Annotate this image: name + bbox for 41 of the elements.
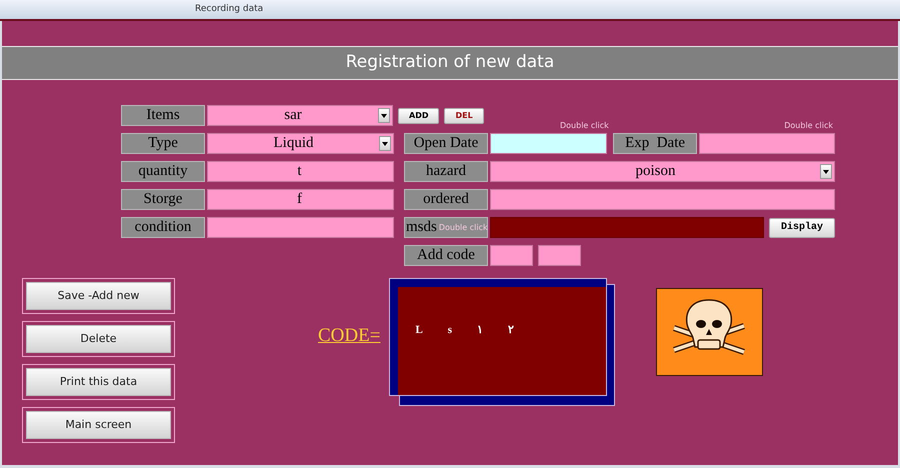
code-character: ٢	[508, 323, 514, 338]
code-character: ١	[477, 323, 484, 338]
field-label: Items	[121, 105, 205, 126]
code-field[interactable]	[490, 245, 533, 266]
field-label: condition	[121, 217, 205, 238]
field-label: Exp Date	[613, 133, 698, 154]
field-label: Type	[121, 133, 205, 154]
dropdown-field[interactable]: poison	[490, 161, 835, 182]
code-label: CODE=	[318, 326, 380, 345]
field-label: Storge	[121, 189, 205, 210]
dropdown-field[interactable]: sar	[207, 105, 393, 126]
date-field[interactable]	[699, 133, 835, 154]
code-character: s	[448, 323, 452, 338]
add-button[interactable]: ADD	[398, 108, 440, 124]
del-button[interactable]: DEL	[444, 108, 484, 124]
file-field[interactable]	[490, 217, 764, 238]
field-label: quantity	[121, 161, 205, 182]
hint-text: Double click	[560, 122, 609, 130]
input-field[interactable]: t	[207, 161, 394, 182]
action-button[interactable]: Delete	[26, 325, 171, 353]
field-label: hazard	[404, 161, 488, 182]
skull-crossbones-icon	[656, 288, 764, 376]
input-field[interactable]	[207, 217, 394, 238]
hint-text: Double click	[784, 122, 833, 130]
input-field[interactable]	[490, 189, 835, 210]
label-text: msds	[406, 220, 437, 235]
date-field[interactable]	[490, 133, 608, 154]
action-button[interactable]: Print this data	[26, 368, 171, 396]
field-label: Add code	[404, 245, 488, 266]
window-title: Recording data	[195, 2, 264, 16]
hint-text: Double click	[438, 224, 488, 232]
display-button[interactable]: Display	[769, 218, 835, 238]
input-field[interactable]: f	[207, 189, 394, 210]
action-button[interactable]: Save -Add new	[26, 282, 171, 310]
code-character: L	[415, 323, 423, 338]
action-button[interactable]: Main screen	[26, 411, 171, 439]
field-label: ordered	[404, 189, 488, 210]
field-label: Open Date	[404, 133, 488, 154]
dropdown-field[interactable]: Liquid	[207, 133, 394, 154]
code-field[interactable]	[538, 245, 581, 266]
header-title: Registration of new data	[346, 51, 554, 74]
